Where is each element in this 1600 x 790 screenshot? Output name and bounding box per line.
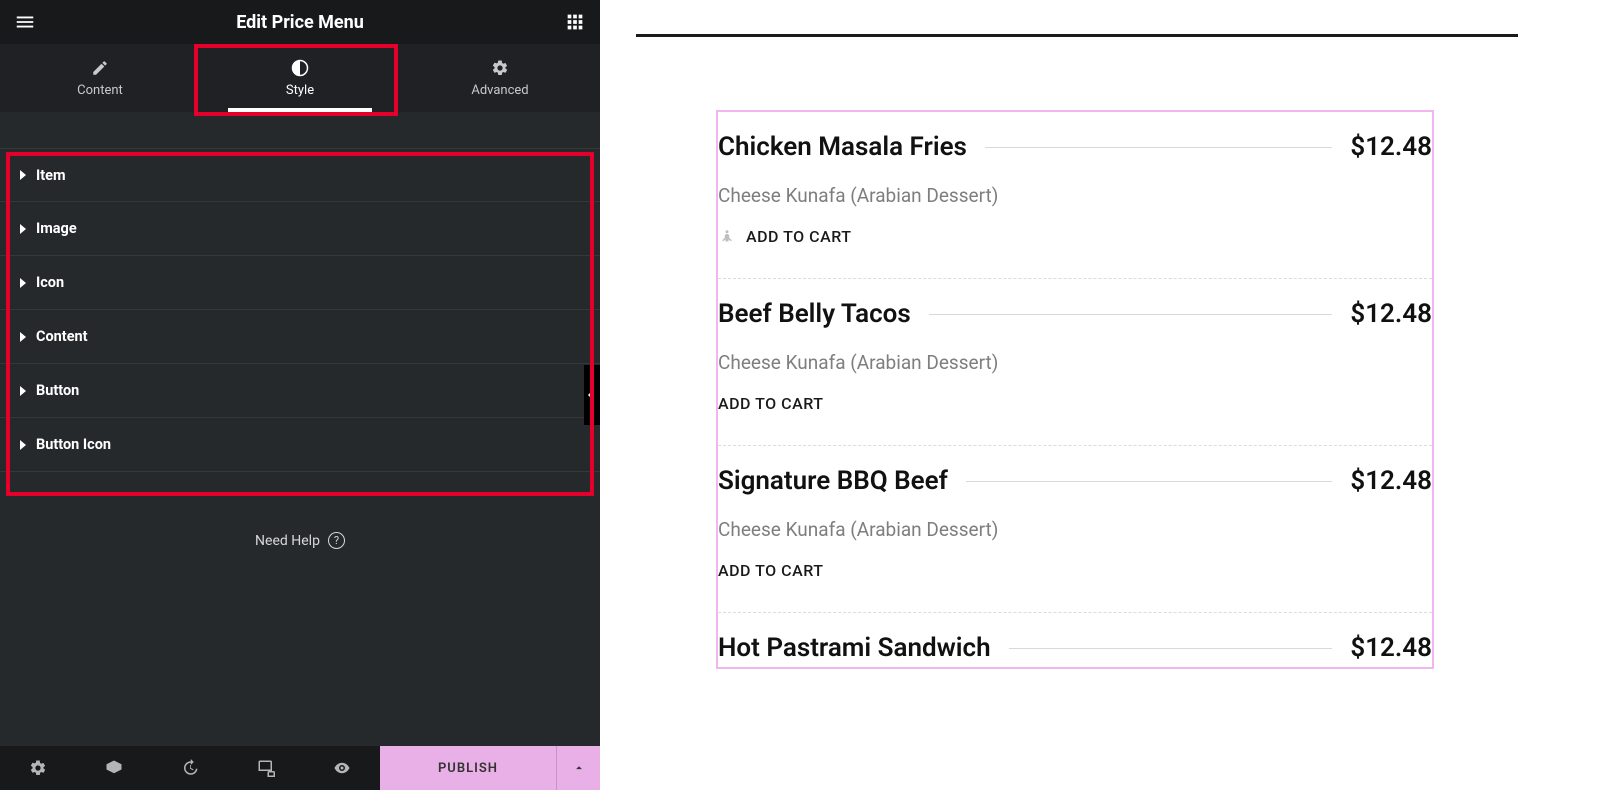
menu-item-header: Beef Belly Tacos $12.48 <box>718 299 1432 329</box>
section-label: Image <box>36 220 77 237</box>
title-price-separator <box>985 147 1332 148</box>
menu-item: Signature BBQ Beef $12.48 Cheese Kunafa … <box>718 446 1432 613</box>
editor-panel: Edit Price Menu Content Style Advanced I… <box>0 0 600 790</box>
tab-advanced[interactable]: Advanced <box>400 44 600 112</box>
menu-item-title: Signature BBQ Beef <box>718 466 948 496</box>
add-to-cart-label: ADD TO CART <box>718 394 823 413</box>
style-sections: Item Image Icon Content Button Button Ic… <box>0 148 600 472</box>
settings-icon[interactable] <box>0 746 76 790</box>
menu-item-title: Chicken Masala Fries <box>718 132 967 162</box>
section-label: Content <box>36 328 88 345</box>
section-image[interactable]: Image <box>0 202 600 256</box>
tab-label: Content <box>77 83 123 98</box>
section-label: Button Icon <box>36 436 111 453</box>
tab-style[interactable]: Style <box>200 44 400 112</box>
preview-icon[interactable] <box>304 746 380 790</box>
history-icon[interactable] <box>152 746 228 790</box>
title-price-separator <box>929 314 1333 315</box>
menu-item-header: Hot Pastrami Sandwich $12.48 <box>718 633 1432 663</box>
menu-item-header: Chicken Masala Fries $12.48 <box>718 132 1432 162</box>
panel-header: Edit Price Menu <box>0 0 600 44</box>
section-button[interactable]: Button <box>0 364 600 418</box>
section-label: Button <box>36 382 79 399</box>
footer-icons <box>0 746 380 790</box>
section-item[interactable]: Item <box>0 148 600 202</box>
panel-tabs: Content Style Advanced <box>0 44 600 112</box>
caret-right-icon <box>20 278 26 288</box>
caret-right-icon <box>20 386 26 396</box>
gear-icon <box>491 59 509 77</box>
apps-grid-icon[interactable] <box>564 11 586 33</box>
menu-item: Chicken Masala Fries $12.48 Cheese Kunaf… <box>718 112 1432 279</box>
tab-label: Advanced <box>471 83 528 98</box>
panel-title: Edit Price Menu <box>36 12 564 33</box>
menu-item-title: Hot Pastrami Sandwich <box>718 633 991 663</box>
tab-content[interactable]: Content <box>0 44 200 112</box>
pencil-icon <box>91 59 109 77</box>
menu-item-desc: Cheese Kunafa (Arabian Dessert) <box>718 184 1432 207</box>
half-circle-icon <box>291 59 309 77</box>
section-content[interactable]: Content <box>0 310 600 364</box>
add-to-cart-label: ADD TO CART <box>746 227 851 246</box>
menu-item: Beef Belly Tacos $12.48 Cheese Kunafa (A… <box>718 279 1432 446</box>
add-to-cart-label: ADD TO CART <box>718 561 823 580</box>
add-to-cart-button[interactable]: ADD TO CART <box>718 561 1432 580</box>
menu-item-desc: Cheese Kunafa (Arabian Dessert) <box>718 518 1432 541</box>
menu-item-price: $12.48 <box>1350 132 1432 162</box>
meditation-icon <box>718 228 736 246</box>
menu-item-price: $12.48 <box>1350 633 1432 663</box>
caret-right-icon <box>20 332 26 342</box>
menu-item-desc: Cheese Kunafa (Arabian Dessert) <box>718 351 1432 374</box>
caret-right-icon <box>20 440 26 450</box>
menu-item-price: $12.48 <box>1350 466 1432 496</box>
question-circle-icon: ? <box>328 532 345 549</box>
section-button-icon[interactable]: Button Icon <box>0 418 600 472</box>
menu-item-price: $12.48 <box>1350 299 1432 329</box>
section-icon[interactable]: Icon <box>0 256 600 310</box>
price-menu-widget[interactable]: Chicken Masala Fries $12.48 Cheese Kunaf… <box>716 110 1434 669</box>
need-help-link[interactable]: Need Help ? <box>0 532 600 549</box>
publish-button[interactable]: PUBLISH <box>380 746 556 790</box>
need-help-label: Need Help <box>255 533 320 549</box>
responsive-icon[interactable] <box>228 746 304 790</box>
menu-item-title: Beef Belly Tacos <box>718 299 911 329</box>
panel-footer: PUBLISH <box>0 746 600 790</box>
title-price-separator <box>1009 648 1333 649</box>
collapse-panel-handle[interactable] <box>584 365 600 425</box>
add-to-cart-button[interactable]: ADD TO CART <box>718 394 1432 413</box>
section-label: Item <box>36 167 66 184</box>
preview-canvas: Chicken Masala Fries $12.48 Cheese Kunaf… <box>600 0 1600 790</box>
title-price-separator <box>966 481 1333 482</box>
menu-item: Hot Pastrami Sandwich $12.48 <box>718 613 1432 667</box>
caret-right-icon <box>20 170 26 180</box>
hamburger-icon[interactable] <box>14 11 36 33</box>
publish-options-caret[interactable] <box>556 746 600 790</box>
publish-block: PUBLISH <box>380 746 600 790</box>
caret-right-icon <box>20 224 26 234</box>
section-label: Icon <box>36 274 64 291</box>
menu-item-header: Signature BBQ Beef $12.48 <box>718 466 1432 496</box>
add-to-cart-button[interactable]: ADD TO CART <box>718 227 1432 246</box>
tab-label: Style <box>286 83 314 98</box>
preview-top-rule <box>636 34 1518 37</box>
navigator-icon[interactable] <box>76 746 152 790</box>
